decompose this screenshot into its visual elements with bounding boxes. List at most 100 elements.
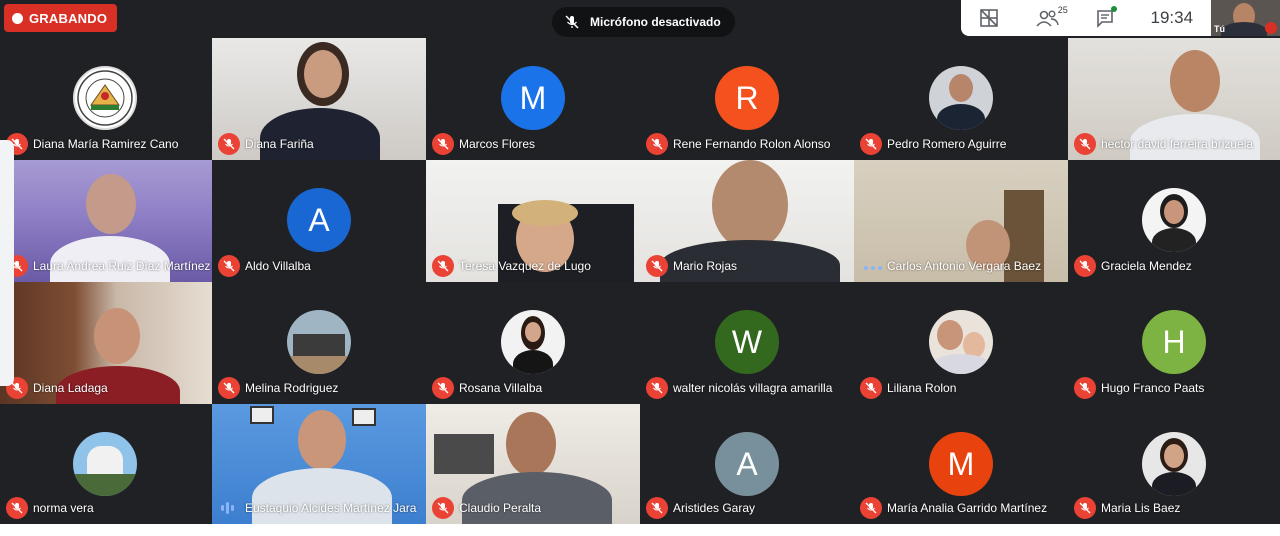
participant-tile[interactable]: Teresa Vazquez de Lugo bbox=[426, 160, 640, 282]
participant-tile[interactable]: Mario Rojas bbox=[640, 160, 854, 282]
participant-name: hector david ferreira brizuela bbox=[1101, 137, 1254, 151]
mic-muted-icon bbox=[1074, 497, 1096, 519]
speaking-dots-icon bbox=[864, 266, 882, 270]
participant-tile[interactable]: Diana Fariña bbox=[212, 38, 426, 160]
participant-name: Pedro Romero Aguirre bbox=[887, 137, 1007, 151]
participant-name: Teresa Vazquez de Lugo bbox=[459, 259, 591, 273]
participant-name: Rosana Villalba bbox=[459, 381, 543, 395]
mic-muted-icon bbox=[432, 377, 454, 399]
participant-face bbox=[712, 160, 788, 250]
mic-muted-icon bbox=[860, 497, 882, 519]
recording-badge: GRABANDO bbox=[4, 4, 118, 32]
participant-name: norma vera bbox=[33, 501, 94, 515]
participant-body bbox=[252, 468, 392, 524]
participant-name: Laura Andrea Ruiz Díaz Martínez bbox=[33, 259, 211, 273]
participant-avatar: W bbox=[715, 310, 779, 374]
participant-name: Graciela Mendez bbox=[1101, 259, 1192, 273]
participant-tile[interactable]: W walter nicolás villagra amarilla bbox=[640, 282, 854, 404]
participant-tile[interactable]: R Rene Fernando Rolon Alonso bbox=[640, 38, 854, 160]
mic-muted-icon bbox=[218, 255, 240, 277]
side-panel-handle[interactable] bbox=[0, 140, 14, 386]
participant-name: Rene Fernando Rolon Alonso bbox=[673, 137, 831, 151]
participant-tile[interactable]: Diana Ladaga bbox=[0, 282, 212, 404]
participant-tile[interactable]: Maria Lis Baez bbox=[1068, 404, 1280, 524]
participant-tile[interactable]: Carlos Antonio Vergara Baez bbox=[854, 160, 1068, 282]
institution-logo bbox=[73, 66, 137, 130]
participant-face bbox=[304, 50, 342, 98]
layout-grid-icon[interactable] bbox=[979, 8, 999, 28]
mic-muted-icon bbox=[1074, 255, 1096, 277]
participant-photo bbox=[501, 310, 565, 374]
clock-time: 19:34 bbox=[1150, 8, 1194, 27]
participant-name: Maria Lis Baez bbox=[1101, 501, 1181, 515]
recording-label: GRABANDO bbox=[29, 10, 108, 26]
participant-tile[interactable]: Claudio Peralta bbox=[426, 404, 640, 524]
mic-muted-icon bbox=[646, 133, 668, 155]
participant-tile[interactable]: hector david ferreira brizuela bbox=[1068, 38, 1280, 160]
participant-tile[interactable]: norma vera bbox=[0, 404, 212, 524]
mic-muted-icon bbox=[432, 133, 454, 155]
mic-muted-icon bbox=[6, 497, 28, 519]
participant-photo bbox=[1142, 188, 1206, 252]
participant-tile[interactable]: Laura Andrea Ruiz Díaz Martínez bbox=[0, 160, 212, 282]
audio-level-icon bbox=[221, 502, 234, 514]
participant-avatar: M bbox=[501, 66, 565, 130]
meeting-stage: Diana María Ramirez Cano Diana Fariña M … bbox=[0, 0, 1280, 524]
chat-icon[interactable] bbox=[1095, 6, 1117, 28]
mic-muted-icon bbox=[646, 497, 668, 519]
participant-name: Aristides Garay bbox=[673, 501, 756, 515]
participant-avatar: M bbox=[929, 432, 993, 496]
participant-name: Liliana Rolon bbox=[887, 381, 957, 395]
participant-tile[interactable]: A Aldo Villalba bbox=[212, 160, 426, 282]
shelf bbox=[434, 434, 494, 474]
mic-muted-icon bbox=[646, 255, 668, 277]
mic-muted-icon bbox=[860, 377, 882, 399]
participant-face bbox=[1170, 50, 1220, 112]
participant-photo bbox=[929, 66, 993, 130]
participant-name: Diana Fariña bbox=[245, 137, 314, 151]
participant-tile[interactable]: Liliana Rolon bbox=[854, 282, 1068, 404]
participant-face bbox=[94, 308, 140, 364]
participant-body bbox=[260, 108, 380, 160]
mic-muted-icon bbox=[432, 497, 454, 519]
participant-name: Claudio Peralta bbox=[459, 501, 542, 515]
participant-face bbox=[506, 412, 556, 476]
participant-photo bbox=[1142, 432, 1206, 496]
participant-photo bbox=[73, 432, 137, 496]
mic-off-toast: Micrófono desactivado bbox=[552, 7, 735, 37]
participant-tile[interactable]: M Marcos Flores bbox=[426, 38, 640, 160]
mic-off-label: Micrófono desactivado bbox=[590, 15, 721, 29]
participant-tile[interactable]: Eustaquio Alcides Martínez Jara bbox=[212, 404, 426, 524]
participant-avatar: A bbox=[715, 432, 779, 496]
participant-name: Diana María Ramirez Cano bbox=[33, 137, 179, 151]
participant-name: María Analia Garrido Martínez bbox=[887, 501, 1048, 515]
recording-dot-icon bbox=[12, 12, 23, 24]
participants-icon[interactable]: 25 bbox=[1035, 5, 1068, 27]
mic-muted-icon bbox=[1074, 133, 1096, 155]
participants-count: 25 bbox=[1057, 5, 1068, 15]
mic-muted-icon bbox=[646, 377, 668, 399]
participant-hair bbox=[512, 200, 578, 226]
participant-name: Marcos Flores bbox=[459, 137, 536, 151]
participant-avatar: H bbox=[1142, 310, 1206, 374]
mic-off-icon bbox=[565, 15, 579, 29]
self-view-tile[interactable]: Tú bbox=[1211, 0, 1280, 36]
mic-muted-icon bbox=[218, 133, 240, 155]
participant-tile[interactable]: Graciela Mendez bbox=[1068, 160, 1280, 282]
wall-picture bbox=[352, 408, 376, 426]
participant-tile[interactable]: Melina Rodriguez bbox=[212, 282, 426, 404]
self-label: Tú bbox=[1214, 24, 1225, 34]
participant-tile[interactable]: Rosana Villalba bbox=[426, 282, 640, 404]
participant-tile[interactable]: M María Analia Garrido Martínez bbox=[854, 404, 1068, 524]
participant-name: Carlos Antonio Vergara Baez bbox=[887, 259, 1042, 273]
participant-tile[interactable]: A Aristides Garay bbox=[640, 404, 854, 524]
participant-tile[interactable]: Diana María Ramirez Cano bbox=[0, 38, 212, 160]
participant-tile[interactable]: Pedro Romero Aguirre bbox=[854, 38, 1068, 160]
participant-tile[interactable]: H Hugo Franco Paats bbox=[1068, 282, 1280, 404]
participant-body bbox=[462, 472, 612, 524]
participant-name: Hugo Franco Paats bbox=[1101, 381, 1205, 395]
wall-picture bbox=[250, 406, 274, 424]
participant-name: Diana Ladaga bbox=[33, 381, 108, 395]
mic-muted-icon bbox=[218, 377, 240, 399]
mic-muted-icon bbox=[1074, 377, 1096, 399]
